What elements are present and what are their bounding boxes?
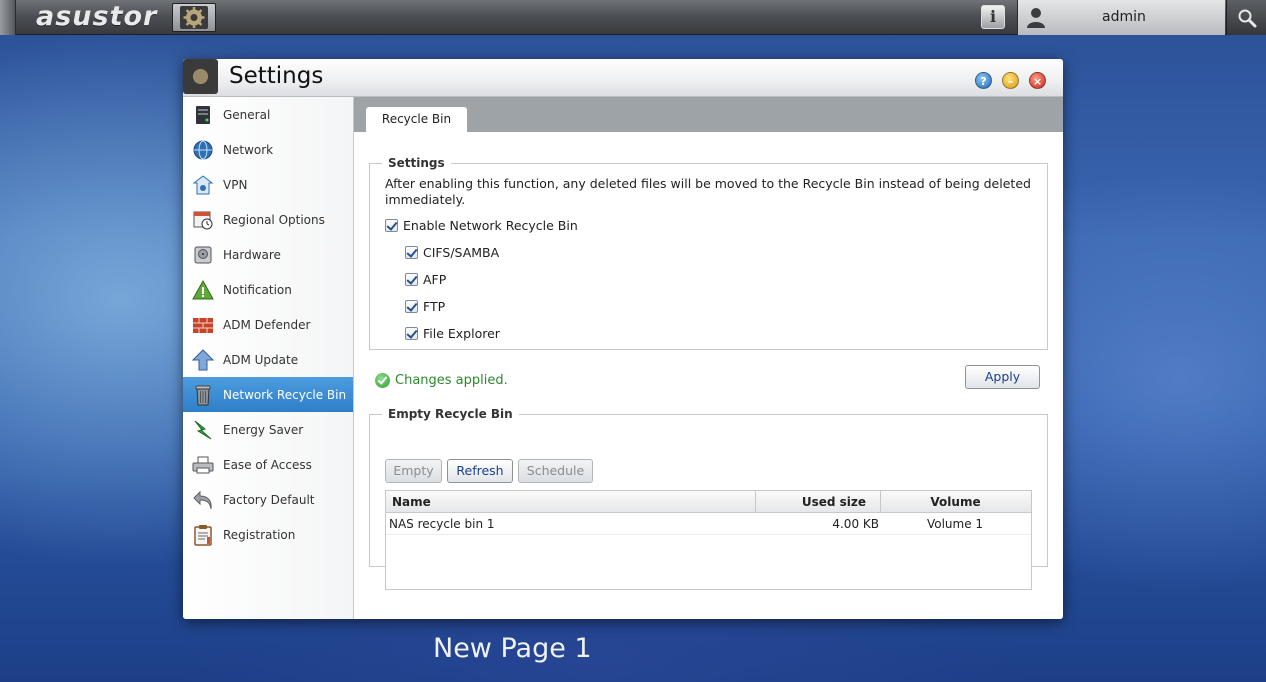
sidebar-item-hardware[interactable]: Hardware: [183, 237, 353, 272]
cifs-samba-checkbox[interactable]: [405, 246, 418, 259]
settings-app-icon: [180, 6, 208, 29]
refresh-button[interactable]: Refresh: [447, 459, 513, 483]
protocol-file-explorer-row[interactable]: File Explorer: [405, 326, 500, 341]
check-circle-icon: [375, 373, 390, 388]
column-header-name[interactable]: Name: [392, 491, 431, 513]
sidebar-item-label: Registration: [223, 527, 296, 542]
sidebar-item-network[interactable]: Network: [183, 132, 353, 167]
enable-recycle-bin-checkbox[interactable]: [385, 219, 398, 232]
sidebar-item-energy-saver[interactable]: Energy Saver: [183, 412, 353, 447]
taskbar-grip[interactable]: [0, 0, 16, 35]
sidebar-item-general[interactable]: General: [183, 97, 353, 132]
sidebar-item-regional-options[interactable]: Regional Options: [183, 202, 353, 237]
sidebar-item-label: ADM Defender: [223, 317, 311, 332]
ftp-checkbox[interactable]: [405, 300, 418, 313]
tab-recycle-bin[interactable]: Recycle Bin: [366, 107, 467, 132]
window-title-bar[interactable]: Settings ? – ×: [183, 59, 1063, 97]
file-explorer-label: File Explorer: [423, 326, 500, 341]
column-header-volume[interactable]: Volume: [880, 491, 1030, 513]
schedule-button[interactable]: Schedule: [518, 459, 593, 483]
sidebar-item-label: Factory Default: [223, 492, 315, 507]
sidebar-item-label: Ease of Access: [223, 457, 312, 472]
window-title: Settings: [229, 63, 324, 89]
sidebar-item-adm-defender[interactable]: ADM Defender: [183, 307, 353, 342]
close-icon[interactable]: ×: [1029, 72, 1046, 89]
empty-recycle-bin-legend: Empty Recycle Bin: [388, 407, 513, 421]
sidebar-item-adm-update[interactable]: ADM Update: [183, 342, 353, 377]
enable-recycle-bin-label: Enable Network Recycle Bin: [403, 218, 578, 233]
settings-app-taskbar-button[interactable]: [172, 3, 216, 32]
status-text: Changes applied.: [395, 373, 508, 388]
user-name: admin: [1102, 9, 1146, 25]
cell-used-size: 4.00 KB: [832, 517, 879, 531]
search-button[interactable]: [1226, 0, 1266, 35]
sidebar-item-label: General: [223, 107, 271, 122]
table-row[interactable]: NAS recycle bin 1 4.00 KB Volume 1: [386, 513, 1031, 535]
help-icon[interactable]: ?: [975, 72, 992, 89]
top-bar: asustor i admin: [0, 0, 1266, 35]
printer-icon: [192, 454, 214, 476]
calendar-clock-icon: [192, 209, 214, 231]
settings-group-legend: Settings: [388, 156, 445, 170]
vpn-icon: [192, 174, 214, 196]
recycle-bin-icon: [192, 384, 214, 406]
settings-window: Settings ? – × General Network VPN Regio…: [183, 59, 1063, 619]
sidebar-item-label: ADM Update: [223, 352, 299, 367]
undo-icon: [192, 489, 214, 511]
sidebar-item-registration[interactable]: Registration: [183, 517, 353, 552]
globe-icon: [192, 139, 214, 161]
warning-icon: [192, 279, 214, 301]
firewall-icon: [192, 314, 214, 336]
search-icon: [1238, 9, 1256, 27]
cell-volume: Volume 1: [926, 517, 984, 531]
ftp-label: FTP: [423, 299, 446, 314]
sidebar-item-ease-of-access[interactable]: Ease of Access: [183, 447, 353, 482]
sidebar-item-label: Energy Saver: [223, 422, 304, 437]
cell-name: NAS recycle bin 1: [389, 517, 495, 531]
afp-label: AFP: [423, 272, 447, 287]
sidebar-item-label: Hardware: [223, 247, 281, 262]
sidebar-item-vpn[interactable]: VPN: [183, 167, 353, 202]
recycle-bin-description: After enabling this function, any delete…: [385, 176, 1031, 207]
apply-button[interactable]: Apply: [965, 365, 1040, 389]
desktop-page-label: New Page 1: [433, 633, 592, 664]
file-explorer-checkbox[interactable]: [405, 327, 418, 340]
recycle-bin-table: Name Used size Volume NAS recycle bin 1 …: [385, 490, 1032, 590]
sidebar-item-label: Network: [223, 142, 274, 157]
protocol-ftp-row[interactable]: FTP: [405, 299, 445, 314]
sidebar-item-factory-default[interactable]: Factory Default: [183, 482, 353, 517]
clipboard-icon: [192, 524, 214, 546]
sidebar-item-label: Network Recycle Bin: [223, 387, 347, 402]
energy-bolt-icon: [192, 419, 214, 441]
status-message: Changes applied.: [375, 373, 508, 388]
brand-logo: asustor: [36, 1, 158, 32]
minimize-icon[interactable]: –: [1002, 72, 1019, 89]
settings-sidebar: General Network VPN Regional Options Har…: [183, 97, 354, 619]
info-icon[interactable]: i: [981, 5, 1005, 29]
sidebar-item-label: Notification: [223, 282, 292, 297]
empty-button[interactable]: Empty: [385, 459, 442, 483]
protocol-afp-row[interactable]: AFP: [405, 272, 446, 287]
user-avatar-icon: [1027, 8, 1045, 28]
protocol-cifs-row[interactable]: CIFS/SAMBA: [405, 245, 499, 260]
sidebar-item-label: VPN: [223, 177, 248, 192]
server-icon: [192, 104, 214, 126]
update-arrow-icon: [192, 348, 214, 371]
hard-drive-icon: [192, 244, 214, 266]
tab-strip: Recycle Bin: [354, 97, 1063, 132]
cifs-samba-label: CIFS/SAMBA: [423, 245, 500, 260]
settings-content: Recycle Bin Settings After enabling this…: [354, 97, 1063, 619]
table-header: Name Used size Volume: [386, 491, 1031, 513]
column-header-used-size[interactable]: Used size: [755, 491, 880, 513]
sidebar-item-label: Regional Options: [223, 212, 325, 227]
settings-gear-icon: [183, 59, 218, 94]
sidebar-item-network-recycle-bin[interactable]: Network Recycle Bin: [183, 377, 353, 412]
afp-checkbox[interactable]: [405, 273, 418, 286]
enable-recycle-bin-row[interactable]: Enable Network Recycle Bin: [385, 218, 578, 233]
user-menu[interactable]: admin: [1017, 0, 1225, 35]
sidebar-item-notification[interactable]: Notification: [183, 272, 353, 307]
